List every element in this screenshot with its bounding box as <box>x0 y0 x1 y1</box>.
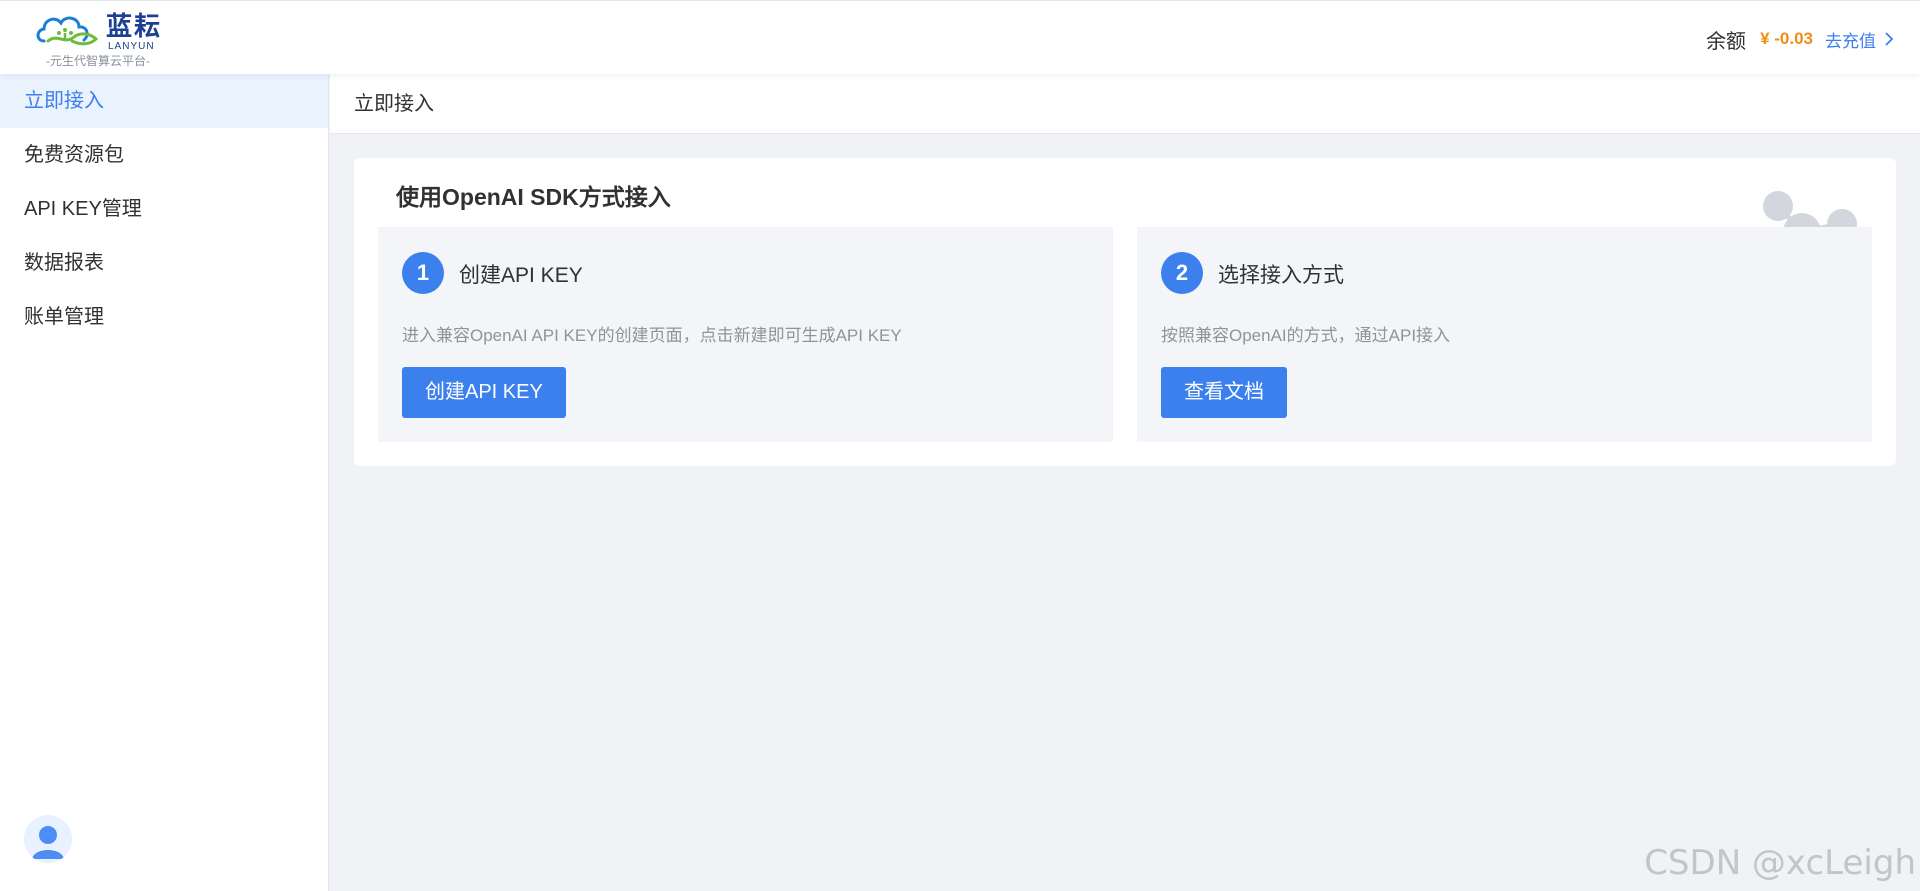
recharge-link-label: 去充值 <box>1825 31 1876 51</box>
step-number-badge: 2 <box>1161 252 1203 294</box>
sidebar-item-billing[interactable]: 账单管理 <box>0 290 328 344</box>
user-avatar-icon[interactable] <box>24 815 72 863</box>
chevron-right-icon <box>1885 32 1894 46</box>
card-title: 使用OpenAI SDK方式接入 <box>396 184 671 210</box>
step-description: 进入兼容OpenAI API KEY的创建页面，点击新建即可生成API KEY <box>402 326 902 345</box>
step-title: 创建API KEY <box>459 264 583 287</box>
logo-slogan: -元生代智算云平台- <box>46 54 150 68</box>
sidebar-item-quick-access[interactable]: 立即接入 <box>0 74 328 128</box>
sidebar-item-free-resources[interactable]: 免费资源包 <box>0 128 328 182</box>
balance-area: 余额 ¥ -0.03 去充值 <box>1706 24 1894 54</box>
logo-brand-cn: 蓝耘 <box>106 11 163 41</box>
balance-label: 余额 <box>1706 30 1747 53</box>
breadcrumb: 立即接入 <box>330 74 1920 134</box>
step-choose-access-method: 2 选择接入方式 按照兼容OpenAI的方式，通过API接入 查看文档 <box>1137 227 1872 442</box>
sidebar-menu: 立即接入 免费资源包 API KEY管理 数据报表 账单管理 <box>0 74 329 891</box>
person-icon <box>32 826 64 859</box>
step-description: 按照兼容OpenAI的方式，通过API接入 <box>1161 326 1451 345</box>
step-number-badge: 1 <box>402 252 444 294</box>
recharge-link[interactable]: 去充值 <box>1825 27 1894 52</box>
main-content: 立即接入 使用OpenAI SDK方式接入 1 创建API KEY 进入兼容Op… <box>330 74 1920 891</box>
sdk-access-card: 使用OpenAI SDK方式接入 1 创建API KEY 进入兼容OpenAI … <box>354 158 1896 466</box>
csdn-watermark: CSDN @xcLeigh <box>1644 843 1916 883</box>
step-create-api-key: 1 创建API KEY 进入兼容OpenAI API KEY的创建页面，点击新建… <box>378 227 1113 442</box>
balance-amount: ¥ -0.03 <box>1760 29 1813 48</box>
lanyun-logo[interactable]: 蓝耘 LANYUN -元生代智算云平台- <box>34 9 174 71</box>
view-docs-button[interactable]: 查看文档 <box>1161 367 1287 418</box>
sidebar-item-data-reports[interactable]: 数据报表 <box>0 236 328 290</box>
top-header: 蓝耘 LANYUN -元生代智算云平台- 余额 ¥ -0.03 去充值 <box>0 0 1920 74</box>
cloud-logo-icon <box>36 16 99 46</box>
create-api-key-button[interactable]: 创建API KEY <box>402 367 566 418</box>
step-title: 选择接入方式 <box>1218 264 1344 287</box>
logo-brand-en: LANYUN <box>108 41 155 52</box>
sidebar-item-api-key-management[interactable]: API KEY管理 <box>0 182 328 236</box>
